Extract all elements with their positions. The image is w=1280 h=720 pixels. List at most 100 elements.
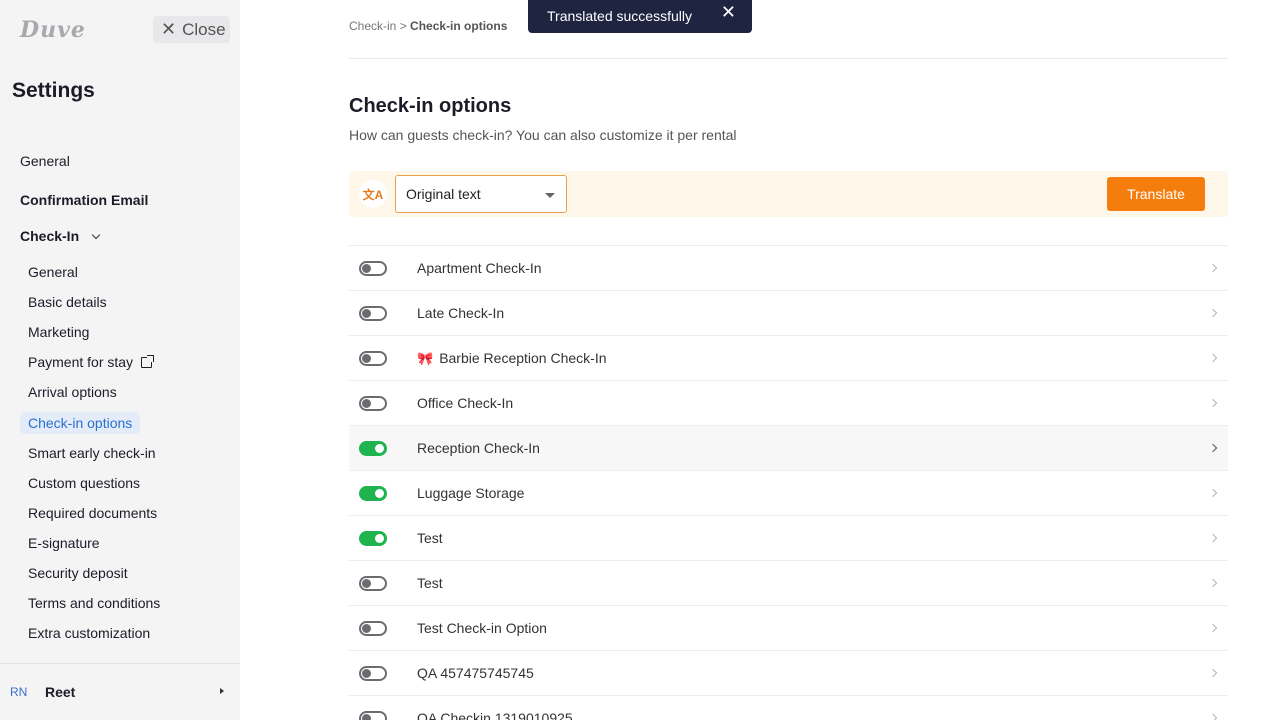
success-toast: Translated successfully ✕	[528, 0, 752, 33]
toggle-knob	[375, 534, 384, 543]
subnav-security-deposit[interactable]: Security deposit	[20, 558, 230, 588]
option-toggle[interactable]	[359, 351, 387, 366]
subnav-required-documents[interactable]: Required documents	[20, 498, 230, 528]
subnav-label: Extra customization	[28, 625, 151, 642]
option-toggle[interactable]	[359, 486, 387, 501]
option-toggle[interactable]	[359, 261, 387, 276]
page-title: Check-in options	[349, 95, 512, 117]
subnav-extra-customization[interactable]: Extra customization	[20, 618, 230, 648]
subnav-label: General	[28, 264, 78, 281]
option-row[interactable]: Test	[349, 561, 1228, 606]
toggle-knob	[362, 354, 371, 363]
option-row[interactable]: Test	[349, 516, 1228, 561]
option-label: 🎀 Barbie Reception Check-In	[417, 350, 607, 367]
option-row[interactable]: QA 457475745745	[349, 651, 1228, 696]
header-divider	[349, 58, 1228, 59]
external-link-icon	[141, 354, 155, 368]
caret-right-icon	[220, 688, 224, 694]
nav-check-in[interactable]: Check-In	[20, 228, 101, 244]
subnav-payment-for-stay[interactable]: Payment for stay	[20, 347, 230, 377]
translate-icon: 文A	[359, 180, 387, 208]
user-name: Reet	[45, 684, 76, 700]
subnav-smart-early-check-in[interactable]: Smart early check-in	[20, 438, 230, 468]
settings-sidebar: Duve ✕ Close Settings General Confirmati…	[0, 0, 240, 720]
option-label: QA 457475745745	[417, 665, 534, 681]
subnav-label: Required documents	[28, 504, 158, 521]
subnav-label: E-signature	[28, 534, 100, 551]
subnav-label: Payment for stay	[28, 354, 134, 371]
toggle-knob	[362, 399, 371, 408]
option-label: Luggage Storage	[417, 485, 525, 501]
check-in-subnav: General Basic details Marketing Payment …	[20, 257, 230, 648]
chevron-right-icon	[1208, 533, 1218, 543]
subnav-basic-details[interactable]: Basic details	[20, 287, 230, 317]
duve-logo: Duve	[20, 17, 86, 43]
subnav-label: Check-in options	[20, 411, 141, 434]
option-toggle[interactable]	[359, 666, 387, 681]
option-row[interactable]: Reception Check-In	[349, 426, 1228, 471]
option-row[interactable]: Late Check-In	[349, 291, 1228, 336]
user-menu[interactable]: RN Reet	[0, 663, 240, 720]
ribbon-icon: 🎀	[417, 350, 434, 366]
option-row[interactable]: 🎀 Barbie Reception Check-In	[349, 336, 1228, 381]
option-label-text: Barbie Reception Check-In	[439, 349, 607, 366]
close-icon[interactable]: ✕	[721, 2, 736, 23]
translate-button[interactable]: Translate	[1107, 177, 1205, 211]
option-label: Reception Check-In	[417, 440, 540, 456]
option-toggle[interactable]	[359, 711, 387, 720]
language-select-value: Original text	[406, 186, 481, 202]
subnav-terms-and-conditions[interactable]: Terms and conditions	[20, 588, 230, 618]
close-icon: ✕	[161, 19, 177, 39]
settings-title: Settings	[12, 79, 95, 102]
breadcrumb: Check-in > Check-in options	[349, 19, 507, 33]
option-toggle[interactable]	[359, 396, 387, 411]
subnav-check-in-options[interactable]: Check-in options	[20, 407, 230, 437]
option-label: Test	[417, 575, 443, 591]
subnav-general[interactable]: General	[20, 257, 230, 287]
subnav-label: Security deposit	[28, 564, 128, 581]
option-row[interactable]: Apartment Check-In	[349, 246, 1228, 291]
option-row[interactable]: Test Check-in Option	[349, 606, 1228, 651]
chevron-right-icon	[1208, 263, 1218, 273]
translate-bar: 文A Original text Translate	[349, 171, 1228, 217]
subnav-e-signature[interactable]: E-signature	[20, 528, 230, 558]
toggle-knob	[362, 264, 371, 273]
option-row[interactable]: Luggage Storage	[349, 471, 1228, 516]
nav-general[interactable]: General	[20, 153, 70, 169]
option-label: Test	[417, 530, 443, 546]
chevron-right-icon	[1208, 443, 1218, 453]
option-toggle[interactable]	[359, 306, 387, 321]
option-toggle[interactable]	[359, 441, 387, 456]
chevron-down-icon	[91, 230, 101, 240]
check-in-options-list: Apartment Check-In Late Check-In 🎀 Barbie…	[349, 245, 1228, 720]
toggle-knob	[362, 669, 371, 678]
option-toggle[interactable]	[359, 531, 387, 546]
subnav-custom-questions[interactable]: Custom questions	[20, 468, 230, 498]
option-label: Office Check-In	[417, 395, 514, 411]
close-label: Close	[182, 19, 226, 39]
subnav-label: Custom questions	[28, 474, 141, 491]
subnav-arrival-options[interactable]: Arrival options	[20, 377, 230, 407]
chevron-right-icon	[1208, 578, 1218, 588]
toggle-knob	[362, 714, 371, 720]
subnav-label: Marketing	[28, 324, 90, 341]
option-label: Test Check-in Option	[417, 620, 547, 636]
option-toggle[interactable]	[359, 621, 387, 636]
close-button[interactable]: ✕ Close	[153, 16, 230, 43]
toast-message: Translated successfully	[547, 7, 692, 24]
chevron-right-icon	[1208, 713, 1218, 720]
option-toggle[interactable]	[359, 576, 387, 591]
option-label: Late Check-In	[417, 305, 505, 321]
language-select[interactable]: Original text	[395, 175, 567, 213]
breadcrumb-separator: >	[396, 19, 411, 33]
subnav-label: Arrival options	[28, 384, 117, 401]
avatar: RN	[10, 685, 28, 699]
option-row[interactable]: QA Checkin 1319010925	[349, 696, 1228, 720]
breadcrumb-parent[interactable]: Check-in	[349, 19, 396, 33]
nav-confirmation-email[interactable]: Confirmation Email	[20, 192, 148, 208]
toggle-knob	[362, 309, 371, 318]
breadcrumb-current: Check-in options	[410, 19, 508, 33]
subnav-marketing[interactable]: Marketing	[20, 317, 230, 347]
option-row[interactable]: Office Check-In	[349, 381, 1228, 426]
chevron-right-icon	[1208, 308, 1218, 318]
